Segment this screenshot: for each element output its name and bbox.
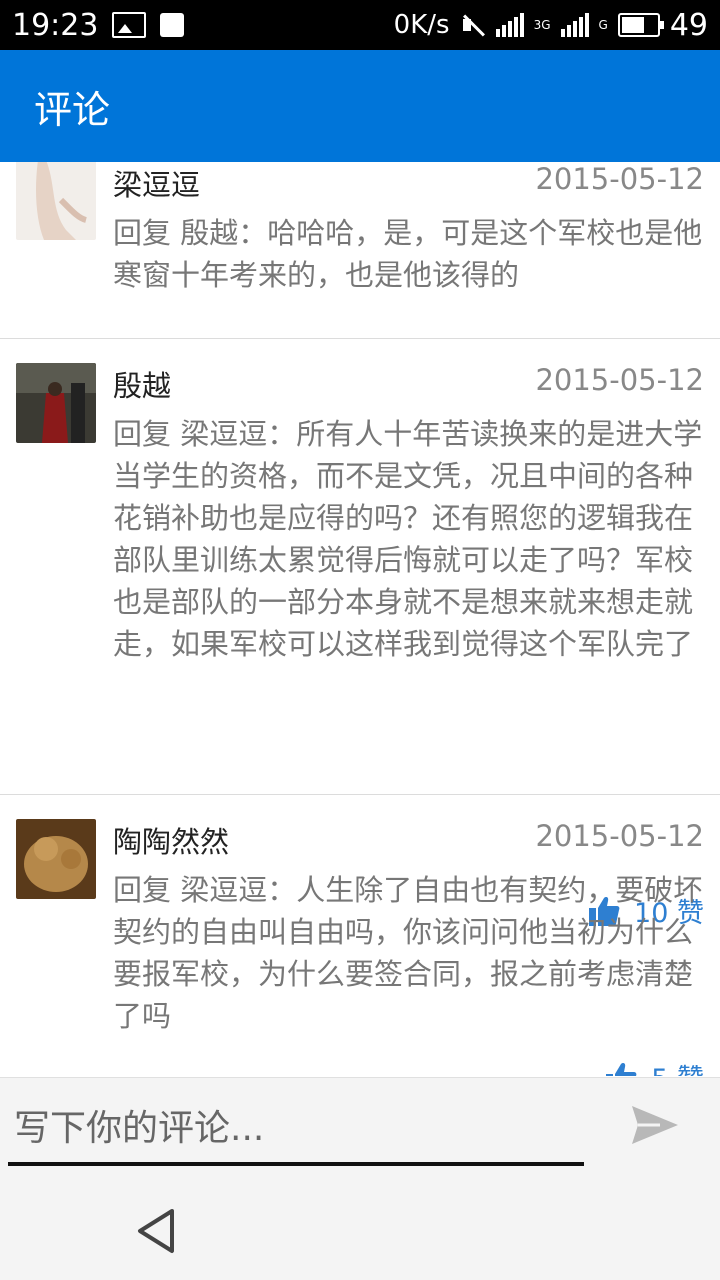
divider	[0, 794, 720, 795]
system-nav-bar	[0, 1185, 720, 1280]
comment-date: 2015-05-12	[535, 363, 704, 397]
comment-date: 2015-05-12	[535, 819, 704, 853]
like-count: 5 赞	[651, 1057, 704, 1076]
signal-2-icon	[560, 13, 589, 37]
comment-list[interactable]: 梁逗逗 2015-05-12 回复 殷越：哈哈哈，是，可是这个军校也是他寒窗十年…	[0, 162, 720, 1076]
comment-body: 回复 梁逗逗：人生除了自由也有契约，要破坏契约的自由叫自由吗，你该问问他当初为什…	[113, 873, 703, 1033]
status-bar: 19:23 0K/s 3G G 49	[0, 0, 720, 50]
comment-author[interactable]: 梁逗逗	[113, 162, 200, 204]
avatar[interactable]	[16, 162, 96, 240]
sim1-type: 3G	[533, 18, 551, 32]
page-title: 评论	[34, 87, 111, 132]
mute-icon	[460, 12, 486, 38]
thumbs-up-icon	[606, 1062, 637, 1076]
input-underline	[8, 1162, 584, 1166]
comment-body: 回复 殷越：哈哈哈，是，可是这个军校也是他寒窗十年考来的，也是他该得的	[113, 216, 703, 292]
divider	[0, 338, 720, 339]
comment-input-bar	[0, 1077, 720, 1186]
avatar[interactable]	[16, 363, 96, 443]
comment-date: 2015-05-12	[535, 162, 704, 196]
comment-input[interactable]	[10, 1088, 592, 1168]
send-icon[interactable]	[630, 1104, 680, 1146]
comment-author[interactable]: 陶陶然然	[113, 819, 229, 861]
like-button[interactable]: 5 赞	[605, 1057, 704, 1076]
shield-icon	[160, 13, 185, 37]
battery-level: 49	[669, 7, 708, 43]
battery-icon	[617, 13, 664, 37]
comment-author[interactable]: 殷越	[113, 363, 171, 405]
signal-1-icon	[495, 13, 524, 37]
avatar[interactable]	[16, 819, 96, 899]
back-triangle-icon[interactable]	[134, 1207, 178, 1255]
sim2-type: G	[598, 18, 608, 32]
image-icon	[112, 12, 147, 38]
app-bar: 评论	[0, 50, 720, 162]
comment-body: 回复 梁逗逗：所有人十年苦读换来的是进大学当学生的资格，而不是文凭，况且中间的各…	[113, 417, 703, 661]
status-time: 19:23	[12, 7, 99, 43]
net-speed: 0K/s	[393, 10, 450, 40]
